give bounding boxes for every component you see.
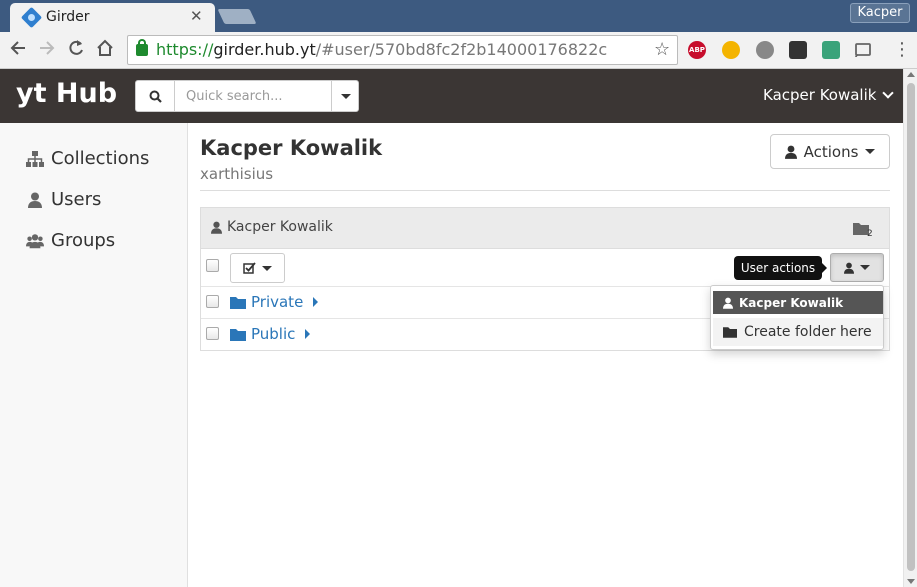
brand-logo[interactable]: yt Hub — [16, 78, 117, 109]
new-tab-button[interactable] — [217, 9, 257, 24]
user-menu[interactable]: Kacper Kowalik — [763, 86, 895, 104]
media-player-icon[interactable] — [722, 41, 740, 59]
user-menu-label: Kacper Kowalik — [763, 86, 877, 104]
address-bar[interactable]: https://girder.hub.yt/#user/570bd8fc2f2b… — [127, 35, 678, 65]
search-icon[interactable] — [136, 81, 175, 111]
folder-icon — [230, 328, 246, 341]
browser-tabstrip: Girder ✕ Kacper — [0, 0, 917, 32]
folder-checkbox[interactable] — [206, 327, 219, 340]
browser-menu-icon[interactable]: ⋮ — [893, 39, 911, 60]
folder-icon — [723, 327, 737, 338]
profile-button[interactable]: Kacper — [850, 3, 910, 23]
panel-header: Kacper Kowalik 2 — [201, 208, 889, 249]
user-icon — [784, 145, 797, 159]
caret-right-icon — [313, 297, 319, 307]
users-icon — [26, 232, 44, 250]
scroll-down-icon[interactable] — [907, 579, 915, 584]
quick-search — [135, 80, 359, 112]
folder-name: Public — [251, 325, 296, 343]
user-login: xarthisius — [200, 165, 274, 183]
divider — [200, 190, 890, 191]
menu-header-label: Kacper Kowalik — [739, 295, 844, 310]
sidebar: Collections Users Groups — [0, 123, 188, 587]
url-text: https://girder.hub.yt/#user/570bd8fc2f2b… — [156, 40, 608, 59]
main-content: Kacper Kowalik xarthisius Actions Kacper… — [188, 123, 903, 587]
back-arrow-icon[interactable] — [7, 39, 29, 61]
user-actions-tooltip: User actions — [734, 256, 827, 280]
sitemap-icon — [26, 150, 44, 168]
folder-icon — [230, 296, 246, 309]
check-square-icon — [243, 262, 256, 274]
user-icon — [26, 191, 44, 209]
sidebar-item-users[interactable]: Users — [26, 189, 101, 210]
cast-icon[interactable] — [854, 41, 872, 59]
menu-item-label: Create folder here — [744, 324, 872, 340]
user-icon — [844, 262, 854, 274]
tab-close-icon[interactable]: ✕ — [190, 7, 203, 25]
app-header: yt Hub Kacper Kowalik — [0, 69, 903, 123]
adblock-icon[interactable]: ABP — [688, 41, 706, 59]
select-all-checkbox[interactable] — [206, 259, 219, 272]
scroll-thumb[interactable] — [907, 83, 915, 571]
actions-button[interactable]: Actions — [770, 134, 890, 169]
folder-checkbox[interactable] — [206, 295, 219, 308]
caret-down-icon — [262, 265, 272, 271]
folder-count: 2 — [853, 220, 873, 239]
caret-down-icon — [860, 265, 870, 270]
extension-icon[interactable] — [756, 41, 774, 59]
actions-label: Actions — [803, 142, 859, 161]
user-actions-menu: Kacper Kowalik Create folder here — [710, 285, 884, 350]
browser-toolbar: https://girder.hub.yt/#user/570bd8fc2f2b… — [0, 32, 917, 69]
checked-actions-button[interactable] — [230, 253, 285, 283]
sidebar-item-label: Groups — [51, 230, 116, 251]
user-actions-button[interactable] — [830, 253, 884, 282]
sidebar-item-groups[interactable]: Groups — [26, 230, 115, 251]
search-input[interactable] — [176, 81, 331, 111]
caret-right-icon — [305, 329, 311, 339]
tab-title: Girder — [46, 9, 90, 25]
scroll-up-icon[interactable] — [907, 72, 915, 77]
browser-tab[interactable]: Girder ✕ — [10, 3, 215, 32]
caret-down-icon — [340, 93, 351, 99]
folder-name: Private — [251, 293, 304, 311]
girder-favicon-icon — [20, 6, 43, 29]
create-folder-menu-item[interactable]: Create folder here — [713, 318, 883, 346]
tampermonkey-icon[interactable] — [789, 41, 807, 59]
panel-title: Kacper Kowalik — [211, 219, 333, 235]
menu-header: Kacper Kowalik — [713, 291, 883, 314]
secure-lock-icon — [136, 39, 148, 56]
reload-icon[interactable] — [65, 39, 87, 61]
folder-count-value: 2 — [867, 229, 873, 239]
user-icon — [211, 221, 222, 234]
sidebar-item-collections[interactable]: Collections — [26, 148, 149, 169]
panel-title-text: Kacper Kowalik — [227, 219, 333, 235]
page-scrollbar[interactable] — [903, 69, 917, 587]
folder-link-private[interactable]: Private — [230, 293, 319, 311]
forward-arrow-icon[interactable] — [36, 39, 58, 61]
caret-down-icon — [865, 149, 876, 154]
search-mode-dropdown[interactable] — [331, 81, 359, 111]
bookmark-star-icon[interactable]: ☆ — [654, 39, 670, 60]
folder-link-public[interactable]: Public — [230, 325, 311, 343]
screenshot-icon[interactable] — [822, 41, 840, 59]
sidebar-item-label: Users — [51, 189, 102, 210]
chevron-down-icon — [882, 87, 895, 99]
home-icon[interactable] — [94, 39, 116, 61]
page-title: Kacper Kowalik — [200, 136, 383, 160]
sidebar-item-label: Collections — [51, 148, 150, 169]
user-icon — [723, 297, 733, 309]
